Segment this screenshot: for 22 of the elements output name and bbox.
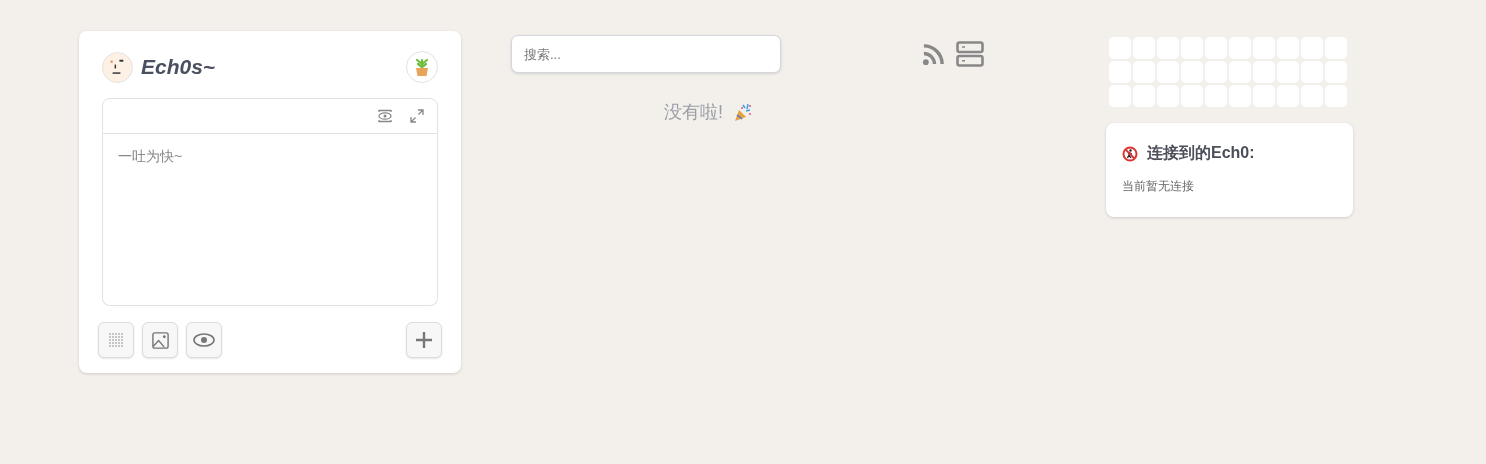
expand-icon[interactable] <box>409 108 425 124</box>
add-button[interactable] <box>406 322 442 358</box>
image-icon <box>150 330 170 350</box>
username: Ech0s~ <box>141 55 216 79</box>
server-icon[interactable] <box>956 41 984 67</box>
preview-icon[interactable] <box>377 108 393 124</box>
avatar-icon <box>102 51 133 83</box>
connections-empty-text: 当前暂无连接 <box>1122 178 1195 195</box>
image-button[interactable] <box>142 322 178 358</box>
post-input[interactable]: 一吐为快~ <box>102 134 438 306</box>
plus-icon <box>414 330 434 350</box>
end-message: 没有啦! <box>664 101 723 124</box>
dot-grid-icon <box>108 332 124 348</box>
party-popper-icon <box>733 102 753 122</box>
search-field[interactable]: 搜索... <box>511 35 781 73</box>
rss-icon[interactable] <box>922 42 945 66</box>
potted-plant-icon[interactable] <box>406 51 438 83</box>
no-pedestrians-icon <box>1122 145 1138 162</box>
grid-button[interactable] <box>98 322 134 358</box>
eye-button[interactable] <box>186 322 222 358</box>
connections-title: 连接到的Ech0: <box>1147 143 1255 163</box>
eye-icon <box>193 333 215 347</box>
